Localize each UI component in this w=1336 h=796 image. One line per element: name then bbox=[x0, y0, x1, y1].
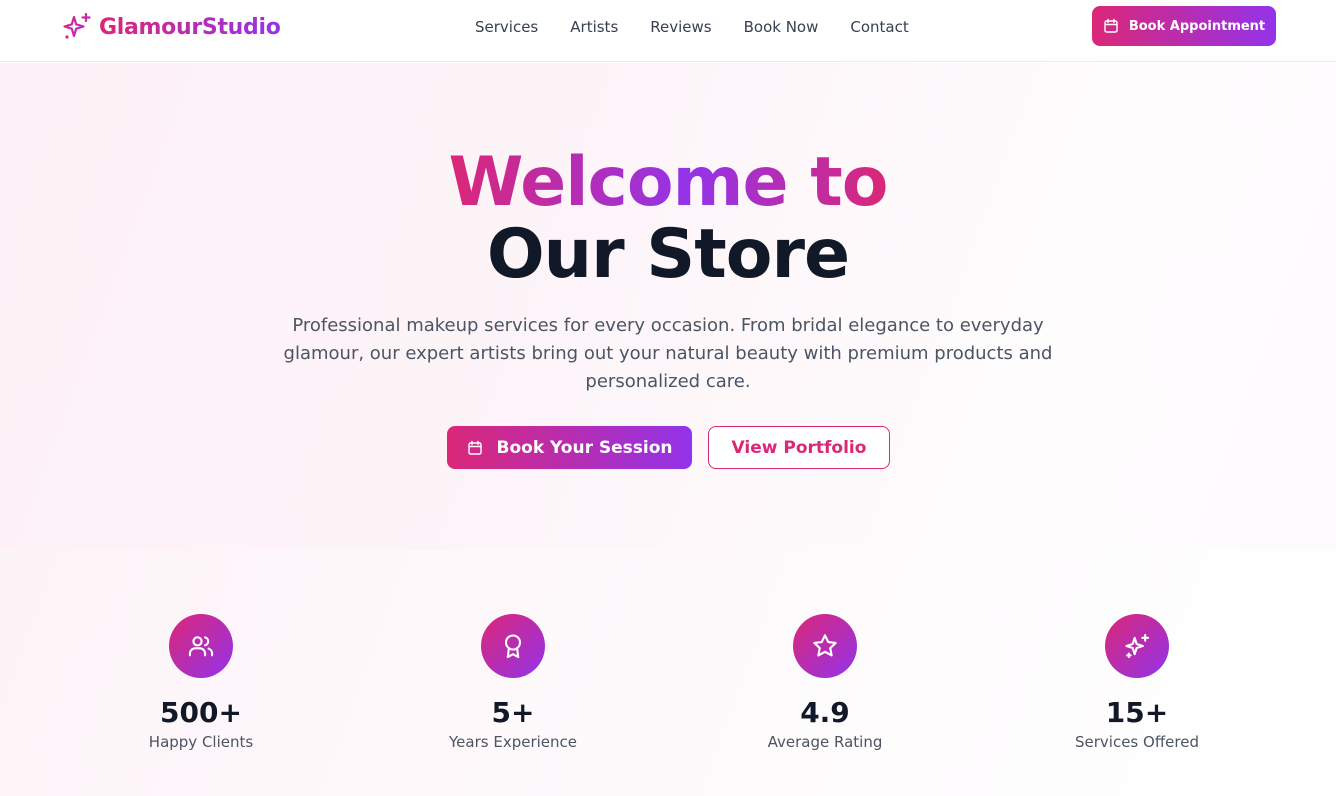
stat-value: 4.9 bbox=[800, 696, 850, 729]
hero-subtitle: Professional makeup services for every o… bbox=[283, 315, 1053, 392]
view-portfolio-label: View Portfolio bbox=[731, 437, 867, 458]
nav-link-reviews[interactable]: Reviews bbox=[650, 17, 711, 37]
stat-label: Years Experience bbox=[449, 733, 577, 751]
star-icon bbox=[813, 634, 837, 657]
hero-section: Welcome to Our Store Professional makeup… bbox=[0, 63, 1336, 550]
sparkles-icon bbox=[1125, 633, 1150, 659]
stat-services-offered: 15+ Services Offered bbox=[1037, 614, 1237, 752]
stat-label: Happy Clients bbox=[148, 733, 254, 751]
stat-years-experience: 5+ Years Experience bbox=[413, 614, 613, 752]
nav-link-services[interactable]: Services bbox=[475, 17, 538, 37]
hero-title-line-2: Our Store bbox=[486, 215, 850, 294]
hero-title-line-1: Welcome to bbox=[0, 145, 1336, 221]
calendar-icon bbox=[1104, 18, 1118, 33]
stats-section: 500+ Happy Clients 5+ Years Experience 4… bbox=[0, 550, 1336, 796]
stat-label: Average Rating bbox=[767, 733, 883, 751]
book-session-button[interactable]: Book Your Session bbox=[447, 426, 692, 469]
stat-happy-clients: 500+ Happy Clients bbox=[101, 614, 301, 752]
sparkles-icon bbox=[63, 12, 91, 39]
stat-icon-badge bbox=[481, 614, 545, 678]
stat-value: 5+ bbox=[491, 696, 535, 729]
nav-link-artists[interactable]: Artists bbox=[570, 17, 618, 37]
stat-value: 15+ bbox=[1105, 696, 1169, 729]
top-navigation-bar: GlamourStudio Services Artists Reviews B… bbox=[0, 0, 1336, 62]
users-icon bbox=[188, 636, 214, 657]
view-portfolio-button[interactable]: View Portfolio bbox=[708, 426, 890, 469]
brand-name: GlamourStudio bbox=[99, 14, 281, 40]
nav-link-book-now[interactable]: Book Now bbox=[744, 17, 819, 37]
book-appointment-label: Book Appointment bbox=[1128, 18, 1266, 34]
nav-link-contact[interactable]: Contact bbox=[850, 17, 908, 37]
book-session-label: Book Your Session bbox=[496, 437, 673, 458]
hero-title-gradient-text: Welcome to bbox=[448, 143, 889, 222]
award-icon bbox=[504, 634, 522, 659]
book-appointment-button[interactable]: Book Appointment bbox=[1092, 6, 1276, 46]
stat-label: Services Offered bbox=[1075, 733, 1199, 751]
main-nav: Services Artists Reviews Book Now Contac… bbox=[475, 17, 909, 37]
stat-average-rating: 4.9 Average Rating bbox=[725, 614, 925, 752]
stat-icon-badge bbox=[169, 614, 233, 678]
stat-value: 500+ bbox=[160, 696, 242, 729]
stat-icon-badge bbox=[793, 614, 857, 678]
brand-logo[interactable]: GlamourStudio bbox=[61, 12, 281, 42]
stat-icon-badge bbox=[1105, 614, 1169, 678]
calendar-icon bbox=[467, 440, 482, 455]
